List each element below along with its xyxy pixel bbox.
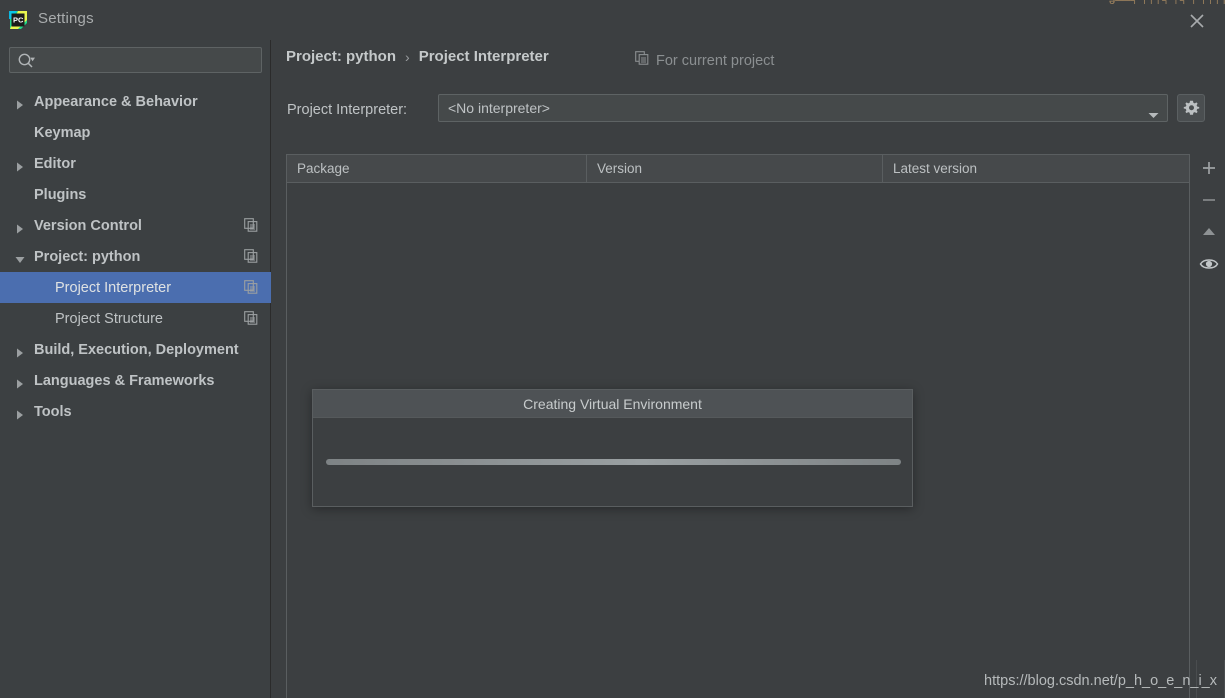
search-icon [17,52,37,70]
packages-column-header-package[interactable]: Package [287,155,587,182]
sidebar-item-keymap[interactable]: Keymap [0,117,271,148]
interpreter-settings-button[interactable] [1177,94,1205,122]
pycharm-logo-icon: PC [8,10,29,31]
chevron-right-icon[interactable] [15,376,25,389]
copy-settings-icon[interactable] [244,249,258,263]
copy-settings-icon [635,51,649,70]
sidebar-item-label: Tools [34,403,72,420]
scope-hint[interactable]: For current project [635,51,774,70]
watermark-url: https://blog.csdn.net/p_h_o_e_n_i_x [984,673,1217,689]
sidebar-item-editor[interactable]: Editor [0,148,271,179]
scope-hint-label: For current project [656,52,775,69]
progress-dialog-title: Creating Virtual Environment [523,395,702,412]
sidebar-item-tools[interactable]: Tools [0,396,271,427]
sidebar-item-label: Build, Execution, Deployment [34,341,239,358]
copy-settings-icon[interactable] [244,218,258,232]
close-icon[interactable] [1187,11,1207,31]
interpreter-row: Project Interpreter: <No interpreter> [272,92,1225,132]
sidebar-item-version-control[interactable]: Version Control [0,210,271,241]
settings-tree: Appearance & Behavior Keymap Editor Plugins… [0,86,271,427]
packages-column-header-version[interactable]: Version [587,155,883,182]
progress-bar [326,459,901,465]
window-title: Settings [38,10,94,27]
eye-icon [1199,255,1219,278]
sidebar-item-label: Project Interpreter [55,279,172,296]
breadcrumb-item-project[interactable]: Project: python [286,48,396,65]
chevron-right-icon[interactable] [15,345,25,358]
search-field[interactable] [9,47,262,73]
copy-settings-icon[interactable] [244,311,258,325]
sidebar-item-project-python[interactable]: Project: python [0,241,271,272]
breadcrumb: Project: python › Project Interpreter [286,48,549,65]
sidebar-item-languages-frameworks[interactable]: Languages & Frameworks [0,365,271,396]
chevron-right-icon[interactable] [15,407,25,420]
chevron-right-icon[interactable] [15,159,25,172]
sidebar-item-project-structure[interactable]: Project Structure [0,303,271,334]
svg-text:PC: PC [13,15,24,24]
plus-icon [1200,159,1218,182]
minus-icon [1200,191,1218,214]
packages-column-header-latest-version[interactable]: Latest version [883,155,1189,182]
progress-bar-fill [326,459,901,465]
settings-sidebar: Appearance & Behavior Keymap Editor Plugins… [0,40,271,698]
sidebar-item-project-interpreter[interactable]: Project Interpreter [0,272,271,303]
copy-settings-icon[interactable] [244,280,258,294]
interpreter-label: Project Interpreter: [287,102,408,118]
sidebar-item-label: Appearance & Behavior [34,93,198,110]
search-input[interactable] [40,48,258,72]
packages-table-header: Package Version Latest version [287,155,1189,183]
progress-dialog: Creating Virtual Environment [312,389,913,507]
breadcrumb-separator: › [405,48,410,65]
settings-window: PC Settings ə──┐ │││┐ │┐ │ ││││┐ Ap [0,0,1225,698]
sidebar-item-label: Plugins [34,186,87,203]
clipped-top-text: ə──┐ │││┐ │┐ │ ││││┐ [1105,0,1225,4]
sidebar-item-label: Editor [34,155,76,172]
sidebar-item-label: Keymap [34,124,91,141]
progress-dialog-titlebar: Creating Virtual Environment [313,390,912,418]
sidebar-item-plugins[interactable]: Plugins [0,179,271,210]
interpreter-selected-value: <No interpreter> [448,100,550,116]
show-early-releases-button[interactable] [1193,250,1225,282]
add-package-button[interactable] [1193,154,1225,186]
gear-icon [1183,100,1200,117]
chevron-down-icon [1148,106,1159,118]
sidebar-item-label: Project Structure [55,310,163,327]
breadcrumb-item-interpreter[interactable]: Project Interpreter [419,48,549,65]
remove-package-button[interactable] [1193,186,1225,218]
sidebar-item-appearance-behavior[interactable]: Appearance & Behavior [0,86,271,117]
up-arrow-icon [1200,223,1218,246]
chevron-right-icon[interactable] [15,221,25,234]
main-pane: Project: python › Project Interpreter Fo… [272,40,1225,698]
window-titlebar: PC Settings ə──┐ │││┐ │┐ │ ││││┐ [0,0,1225,40]
sidebar-item-label: Languages & Frameworks [34,372,215,389]
sidebar-item-build-execution-deployment[interactable]: Build, Execution, Deployment [0,334,271,365]
upgrade-package-button[interactable] [1193,218,1225,250]
packages-toolbar [1192,154,1225,334]
chevron-down-icon[interactable] [15,252,25,263]
interpreter-dropdown-button[interactable] [1141,95,1167,121]
interpreter-select[interactable]: <No interpreter> [438,94,1168,122]
chevron-right-icon[interactable] [15,97,25,110]
